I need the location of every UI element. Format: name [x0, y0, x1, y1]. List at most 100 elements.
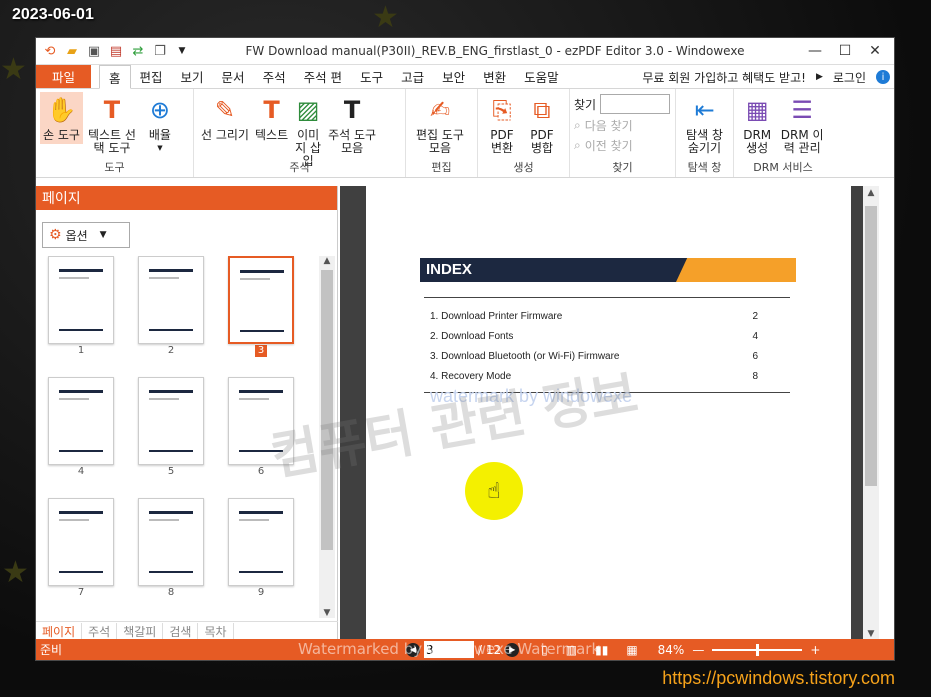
toc-row[interactable]: 2. Download Fonts 4 [424, 326, 790, 346]
zoom-slider[interactable] [712, 643, 803, 656]
toc-page: 8 [752, 370, 758, 382]
find-controls: 찾기 ⌕ 다음 찾기 ⌕ 이전 찾기 [574, 92, 671, 154]
toc-row[interactable]: 1. Download Printer Firmware 2 [424, 306, 790, 326]
search-input[interactable] [600, 94, 671, 114]
page-thumbnail[interactable]: 3 [226, 256, 296, 357]
scroll-down-icon[interactable]: ▼ [863, 629, 879, 639]
page-number-label: 1 [77, 345, 85, 356]
tab-pages[interactable]: 페이지 [36, 623, 83, 640]
toc-title: 2. Download Fonts [430, 330, 514, 342]
comment-tools-button[interactable]: T 주석 도구 모음 [325, 92, 379, 157]
edit-tools-button[interactable]: ✍ 편집 도구 모음 [410, 92, 470, 157]
grid-view-icon[interactable]: ▦ [626, 643, 637, 657]
page-number-label: 2 [167, 345, 175, 356]
thumbnail-scrollbar[interactable]: ▲ ▼ [319, 256, 335, 618]
continuous-icon[interactable]: ▥ [566, 643, 577, 657]
pdf-merge-button[interactable]: ⧉ PDF 병합 [522, 92, 562, 157]
tab-help[interactable]: 도움말 [515, 65, 568, 88]
minimize-icon[interactable]: — [800, 40, 830, 62]
single-page-icon[interactable]: ▯ [541, 643, 548, 657]
toc-row[interactable]: 4. Recovery Mode 8 [424, 366, 790, 386]
tab-convert[interactable]: 변환 [474, 65, 515, 88]
page-thumbnail[interactable]: 5 [136, 377, 206, 478]
zoom-button[interactable]: ⊕ 배율 ▼ [141, 92, 179, 157]
page-thumbnail[interactable]: 6 [226, 377, 296, 478]
tab-toc[interactable]: 목차 [198, 623, 234, 640]
page-thumbnail[interactable]: 7 [46, 498, 116, 599]
viewer-scrollbar[interactable]: ▲ ▼ [863, 186, 879, 641]
date-stamp: 2023-06-01 [12, 6, 94, 23]
info-icon[interactable]: i [876, 70, 890, 84]
maximize-icon[interactable]: ☐ [830, 40, 860, 62]
text-select-button[interactable]: T 텍스트 선택 도구 [83, 92, 141, 157]
page-preview [138, 377, 204, 465]
promo-arrow-icon[interactable]: ▶ [816, 72, 823, 82]
chevron-down-icon: ▼ [99, 230, 107, 240]
tab-comment[interactable]: 주석 [254, 65, 295, 88]
close-icon[interactable]: ✕ [860, 40, 890, 62]
hand-tool-button[interactable]: ✋ 손 도구 [40, 92, 83, 144]
tab-comment-edit[interactable]: 주석 편 [295, 65, 351, 88]
search-icon: ⌕ [574, 138, 581, 152]
scroll-up-icon[interactable]: ▲ [863, 188, 879, 198]
scroll-thumb[interactable] [321, 270, 333, 550]
next-page-icon[interactable]: ▶ [505, 642, 520, 657]
panel-tabs: 페이지 주석 책갈피 검색 목차 [36, 621, 338, 641]
two-page-icon[interactable]: ▮▮ [595, 643, 608, 657]
drm-create-button[interactable]: ▦ DRM 생성 [738, 92, 776, 157]
dropdown-icon[interactable]: ▼ [173, 42, 191, 60]
drm-history-button[interactable]: ☰ DRM 이력 관리 [776, 92, 828, 157]
scroll-up-icon[interactable]: ▲ [319, 256, 335, 266]
promo-link[interactable]: 무료 회원 가입하고 혜택도 받고! [642, 69, 806, 86]
page-thumbnail[interactable]: 9 [226, 498, 296, 599]
zoom-out-icon[interactable]: — [692, 643, 704, 657]
tab-edit[interactable]: 편집 [131, 65, 172, 88]
print-icon[interactable]: ▤ [107, 42, 125, 60]
toc-title: 1. Download Printer Firmware [430, 310, 563, 322]
zoom-level: 84% [657, 642, 685, 657]
toc-row[interactable]: 3. Download Bluetooth (or Wi-Fi) Firmwar… [424, 346, 790, 366]
scroll-thumb[interactable] [865, 206, 877, 486]
save-icon[interactable]: ▣ [85, 42, 103, 60]
tab-document[interactable]: 문서 [213, 65, 254, 88]
open-folder-icon[interactable]: ▰ [63, 42, 81, 60]
page-thumbnail[interactable]: 8 [136, 498, 206, 599]
tab-annotations[interactable]: 주석 [82, 623, 118, 640]
text-button[interactable]: T 텍스트 [252, 92, 291, 144]
hide-nav-pane-button[interactable]: ⇤ 탐색 창 숨기기 [680, 92, 729, 157]
tab-search[interactable]: 검색 [163, 623, 199, 640]
edit-tools-icon: ✍ [429, 95, 451, 124]
options-button[interactable]: ⚙ 옵션 ▼ [42, 222, 130, 248]
toc-page: 6 [752, 350, 758, 362]
login-link[interactable]: 로그인 [833, 69, 866, 86]
tab-file[interactable]: 파일 [36, 65, 91, 88]
scroll-down-icon[interactable]: ▼ [319, 608, 335, 618]
star-decoration: ★ [372, 0, 399, 35]
tab-bookmarks[interactable]: 책갈피 [117, 623, 164, 640]
document-viewer[interactable]: INDEX 1. Download Printer Firmware 2 2. Do… [340, 186, 879, 641]
ribbon-group-annotation: ✎ 선 그리기 T 텍스트 ▨ 이미지 삽입 T 주석 도구 모음 주석 [194, 89, 406, 177]
tab-view[interactable]: 보기 [172, 65, 213, 88]
find-next-button[interactable]: ⌕ 다음 찾기 [574, 117, 670, 134]
page-thumbnail[interactable]: 2 [136, 256, 206, 357]
page-thumbnail[interactable]: 4 [46, 377, 116, 478]
image-icon: ▨ [296, 95, 320, 124]
prev-page-icon[interactable]: ◀ [406, 642, 420, 657]
tab-advanced[interactable]: 고급 [392, 65, 433, 88]
copy-icon[interactable]: ❐ [151, 42, 169, 60]
pdf-convert-button[interactable]: ⎘ PDF 변환 [482, 92, 522, 157]
page-number-input[interactable]: 3 [424, 641, 474, 658]
zoom-in-icon[interactable]: + [810, 643, 820, 657]
app-window: ⟲ ▰ ▣ ▤ ⇄ ❐ ▼ FW Download manual(P30II)_… [35, 37, 895, 661]
tab-home[interactable]: 홈 [99, 65, 131, 89]
tab-tools[interactable]: 도구 [351, 65, 392, 88]
page-number-label: 8 [167, 587, 175, 598]
page-thumbnail[interactable]: 1 [46, 256, 116, 357]
find-prev-button[interactable]: ⌕ 이전 찾기 [574, 137, 670, 154]
page-preview [228, 377, 294, 465]
refresh-icon[interactable]: ⇄ [129, 42, 147, 60]
draw-line-button[interactable]: ✎ 선 그리기 [198, 92, 252, 144]
index-heading: INDEX [426, 261, 472, 278]
tab-security[interactable]: 보안 [433, 65, 474, 88]
page-number-label: 9 [257, 587, 265, 598]
